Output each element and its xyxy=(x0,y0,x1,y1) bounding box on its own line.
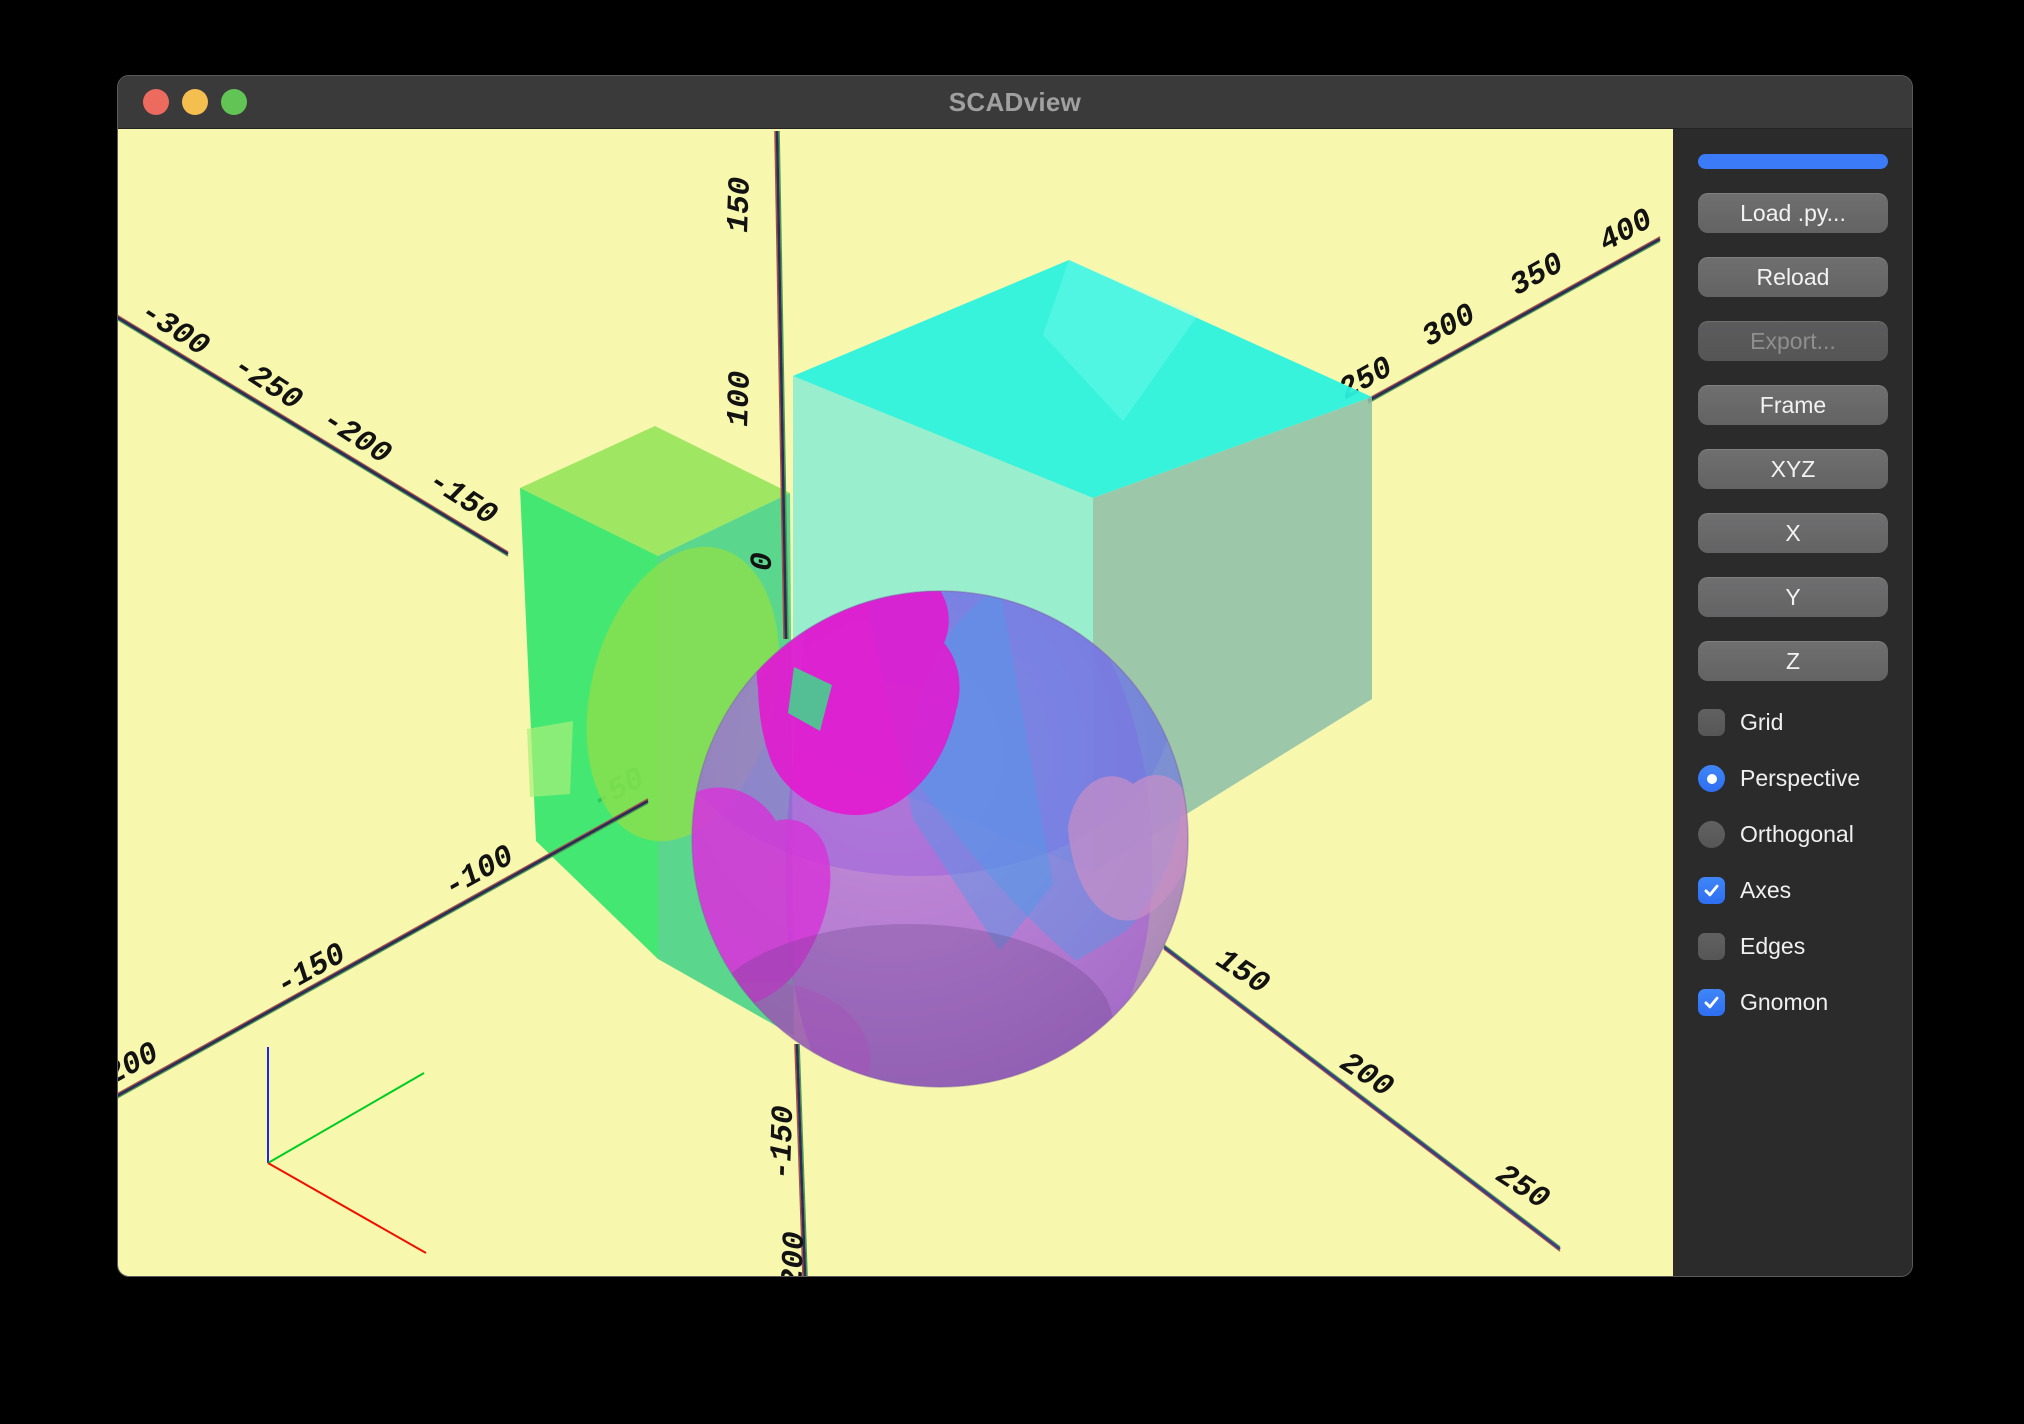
axis-x-tick-200: 200 xyxy=(1333,1046,1399,1106)
load-progress-bar xyxy=(1698,154,1888,169)
load-py-button[interactable]: Load .py... xyxy=(1698,193,1888,233)
axis-z-tick-100: 100 xyxy=(722,370,759,427)
axis-y-tick-400: 400 xyxy=(1593,203,1659,261)
axis-z-tick-0: 0 xyxy=(746,552,782,572)
axis-x-tick--150: -150 xyxy=(421,464,502,534)
screen: SCADview xyxy=(0,0,2024,1424)
edges-checkbox[interactable]: Edges xyxy=(1698,933,1888,960)
axis-y-tick-300: 300 xyxy=(1416,298,1482,356)
axis-x-tick-250: 250 xyxy=(1489,1158,1555,1218)
axis-x-tick-150: 150 xyxy=(1209,943,1275,1003)
axes-checkbox-box[interactable] xyxy=(1698,877,1725,904)
perspective-radio-label: Perspective xyxy=(1740,765,1860,792)
axis-y-tick--150: -150 xyxy=(270,937,352,1004)
z-button[interactable]: Z xyxy=(1698,641,1888,681)
axes-checkbox-label: Axes xyxy=(1740,877,1791,904)
close-button[interactable] xyxy=(143,89,169,115)
gnomon-checkbox-label: Gnomon xyxy=(1740,989,1828,1016)
y-button[interactable]: Y xyxy=(1698,577,1888,617)
scene-canvas[interactable]: -300-250-200-150150200250 -5025030035040… xyxy=(118,129,1673,1276)
scadview-window: SCADview xyxy=(118,76,1912,1276)
orthogonal-radio-box[interactable] xyxy=(1698,821,1725,848)
orthogonal-radio[interactable]: Orthogonal xyxy=(1698,821,1888,848)
grid-checkbox[interactable]: Grid xyxy=(1698,709,1888,736)
radio-dot-icon xyxy=(1707,774,1717,784)
viewport-3d[interactable]: -300-250-200-150150200250 -5025030035040… xyxy=(118,129,1673,1276)
gnomon-y-axis xyxy=(268,1073,424,1163)
perspective-radio-box[interactable] xyxy=(1698,765,1725,792)
xyz-button[interactable]: XYZ xyxy=(1698,449,1888,489)
gnomon-checkbox[interactable]: Gnomon xyxy=(1698,989,1888,1016)
axis-z-tick--200: -200 xyxy=(776,1231,814,1276)
axes-checkbox[interactable]: Axes xyxy=(1698,877,1888,904)
check-icon xyxy=(1702,881,1721,900)
x-button[interactable]: X xyxy=(1698,513,1888,553)
traffic-lights xyxy=(143,89,247,115)
orthogonal-radio-label: Orthogonal xyxy=(1740,821,1854,848)
window-title: SCADview xyxy=(949,87,1081,118)
axis-z-tick--150: -150 xyxy=(765,1105,803,1181)
reload-button[interactable]: Reload xyxy=(1698,257,1888,297)
check-icon xyxy=(1702,993,1721,1012)
grid-checkbox-box[interactable] xyxy=(1698,709,1725,736)
edges-checkbox-label: Edges xyxy=(1740,933,1805,960)
gnomon-checkbox-box[interactable] xyxy=(1698,989,1725,1016)
sidebar-toggles: Grid Perspective Orthogonal Axes Edges Gnomon xyxy=(1698,709,1888,1016)
green-cube-light-facet xyxy=(527,721,573,797)
gnomon xyxy=(268,1047,426,1253)
frame-button[interactable]: Frame xyxy=(1698,385,1888,425)
perspective-radio[interactable]: Perspective xyxy=(1698,765,1888,792)
edges-checkbox-box[interactable] xyxy=(1698,933,1725,960)
sphere-bottom-shadow xyxy=(703,924,1113,1124)
export-button: Export... xyxy=(1698,321,1888,361)
title-bar[interactable]: SCADview xyxy=(118,76,1912,129)
sidebar-buttons: Load .py... Reload Export... Frame XYZ XYZ xyxy=(1698,193,1888,681)
grid-checkbox-label: Grid xyxy=(1740,709,1783,736)
axis-z-tick-150: 150 xyxy=(722,176,759,233)
minimize-button[interactable] xyxy=(182,89,208,115)
gnomon-x-axis xyxy=(268,1163,426,1253)
control-sidebar: Load .py... Reload Export... Frame XYZ XYZ Gr… xyxy=(1673,129,1912,1276)
zoom-button[interactable] xyxy=(221,89,247,115)
